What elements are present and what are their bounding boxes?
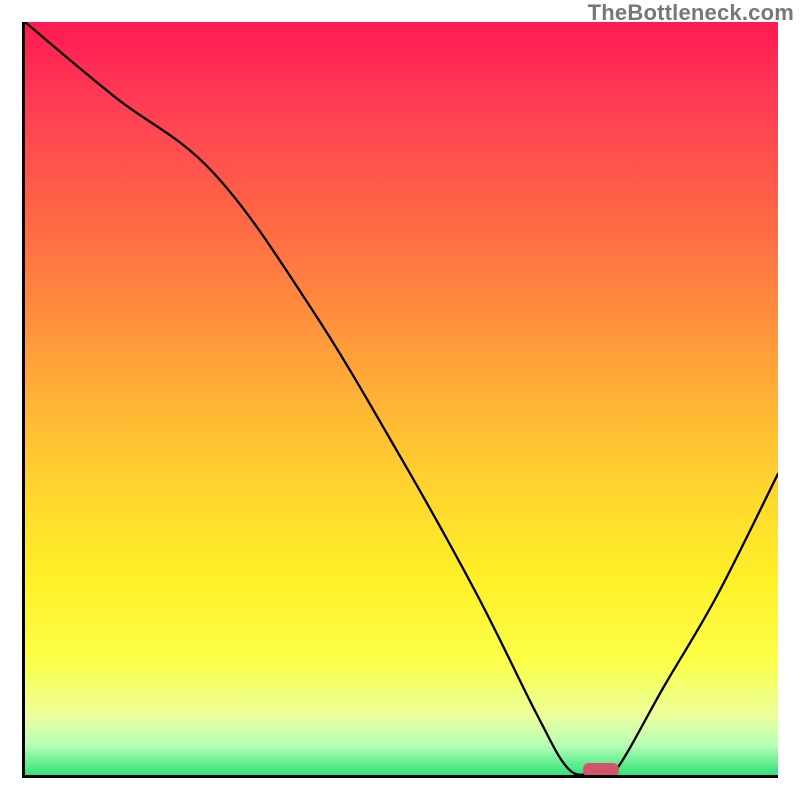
bottleneck-curve xyxy=(25,22,778,775)
chart-svg xyxy=(25,22,778,775)
plot-area xyxy=(22,22,778,778)
watermark-label: TheBottleneck.com xyxy=(588,0,794,26)
chart-container: TheBottleneck.com xyxy=(0,0,800,800)
optimal-marker xyxy=(583,763,619,775)
